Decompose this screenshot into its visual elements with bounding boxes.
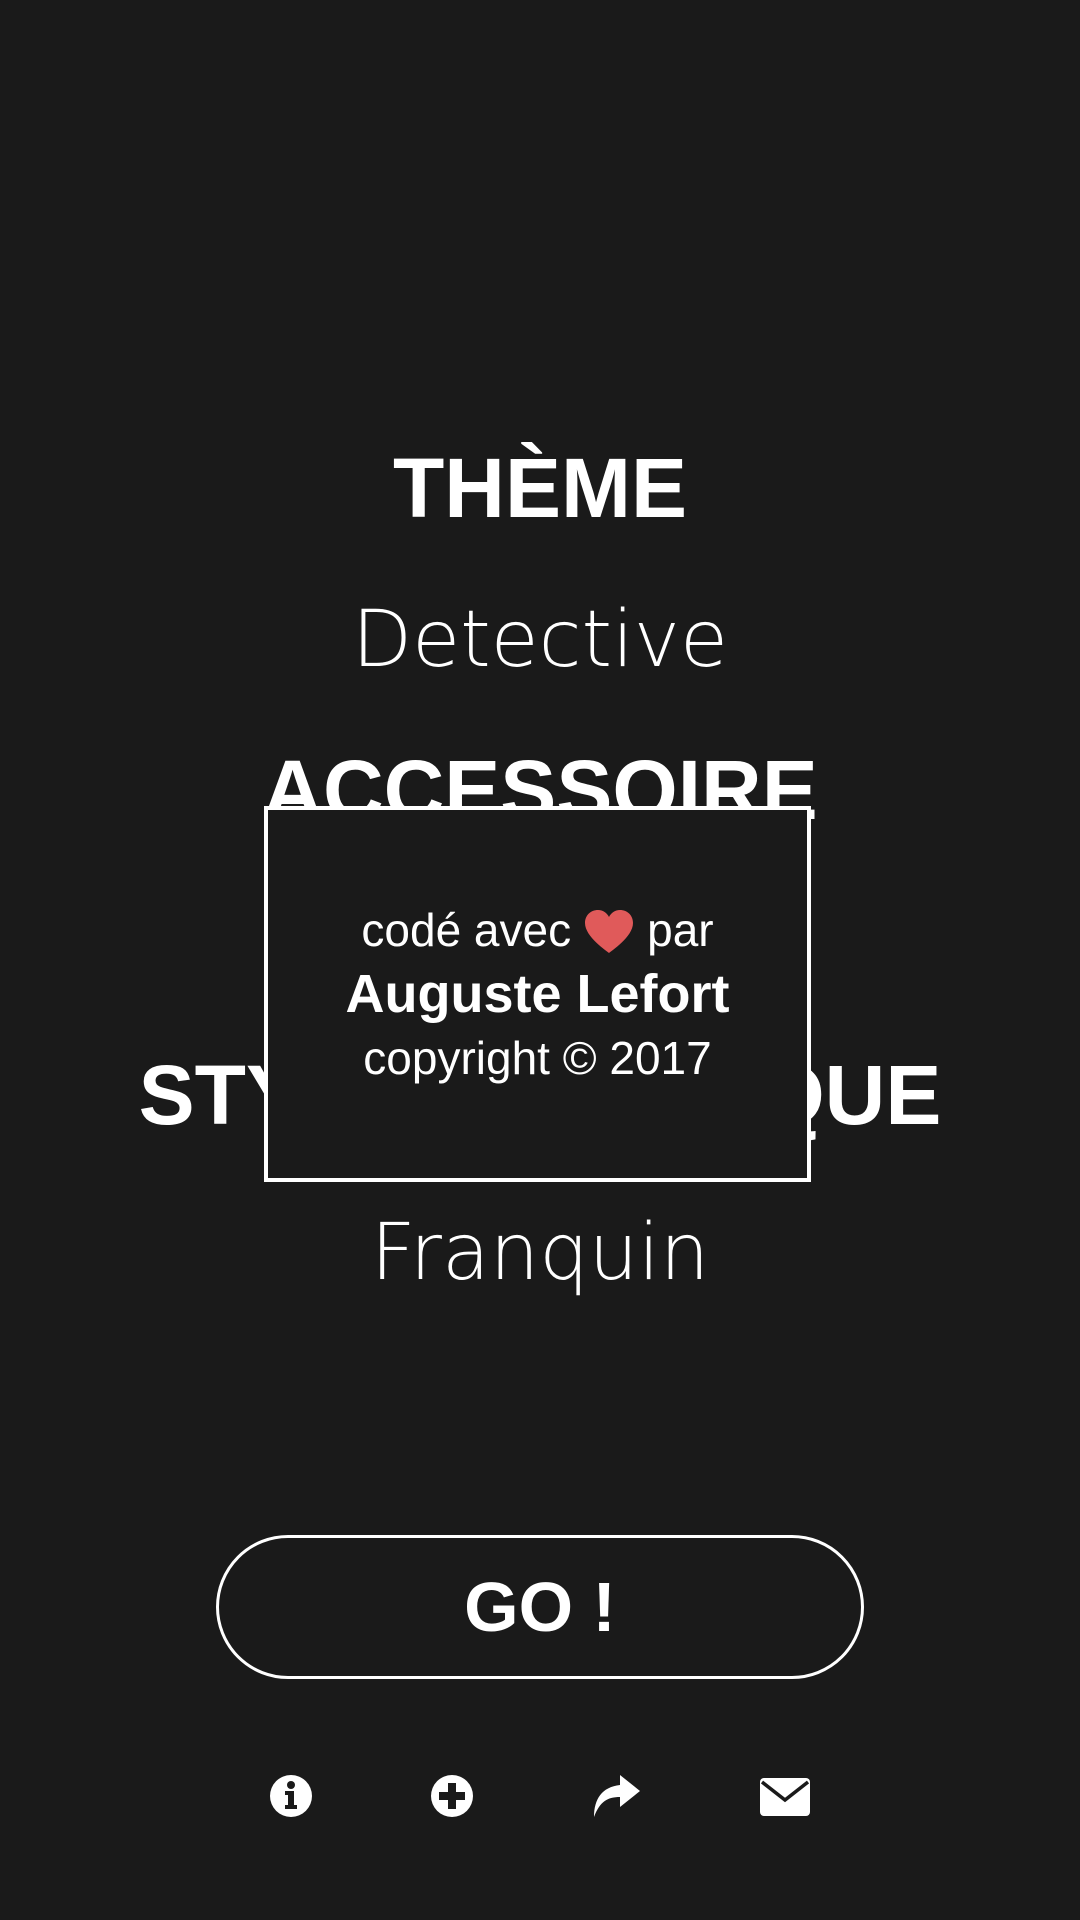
credits-copyright: copyright © 2017 — [363, 1032, 712, 1084]
heart-icon — [583, 907, 635, 953]
credits-by-text: par — [647, 904, 714, 956]
mail-button[interactable] — [755, 1770, 815, 1826]
credits-popup[interactable]: codé avec par Auguste Lefort copyright ©… — [264, 806, 811, 1182]
add-button[interactable] — [422, 1770, 482, 1826]
theme-value[interactable]: Detective — [0, 590, 1080, 690]
share-icon — [590, 1773, 642, 1824]
style-value[interactable]: Franquin — [0, 1203, 1080, 1303]
credits-made-with-text: codé avec — [361, 904, 572, 956]
go-button[interactable]: GO ! — [216, 1535, 864, 1679]
theme-title: THÈME — [393, 441, 687, 535]
credits-made-with-line: codé avec par — [361, 898, 713, 962]
plus-circle-icon — [430, 1774, 474, 1823]
share-button[interactable] — [586, 1770, 646, 1826]
envelope-icon — [760, 1776, 810, 1821]
info-icon — [269, 1774, 313, 1823]
info-button[interactable] — [261, 1770, 321, 1826]
credits-author: Auguste Lefort — [345, 964, 730, 1024]
